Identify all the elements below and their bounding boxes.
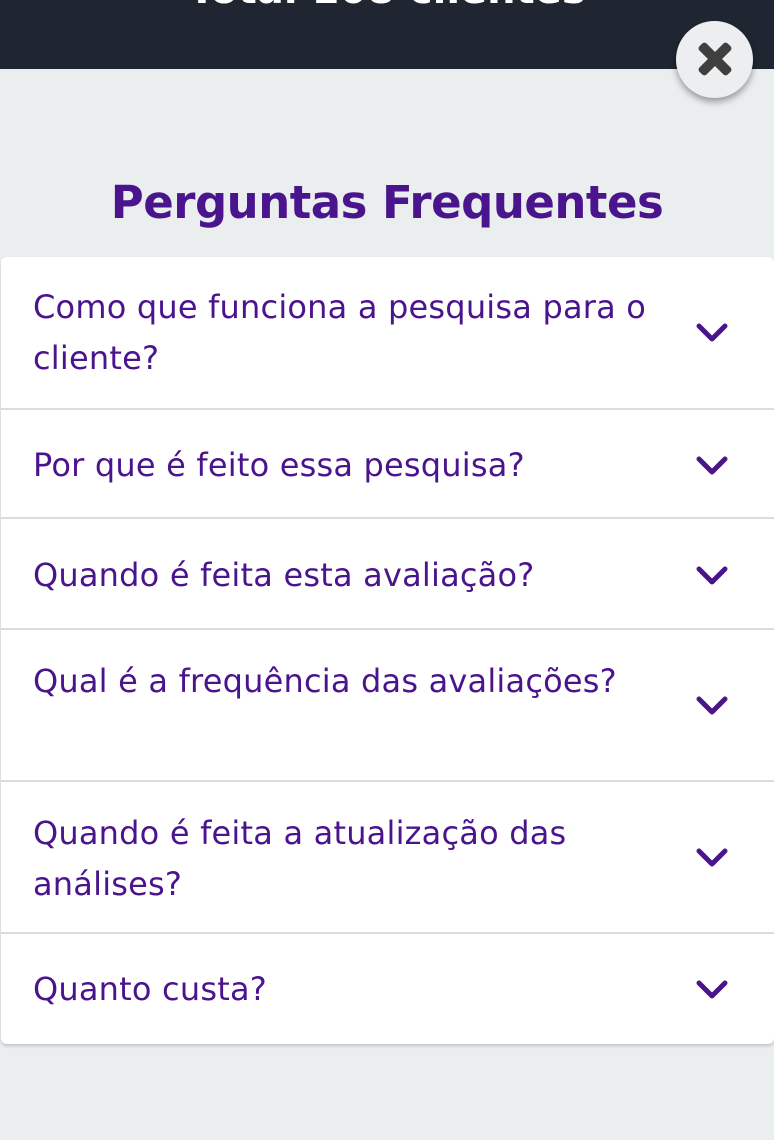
faq-item-por-que[interactable]: Por que é feito essa pesquisa? [1,410,774,519]
chevron-down-icon [696,980,728,999]
faq-item-quanto-custa[interactable]: Quanto custa? [1,934,774,1044]
faq-question: Qual é a frequência das avaliações? [33,662,617,700]
banner-text: Total 108 clientes [0,0,774,10]
faq-question: Como que funciona a pesquisa para o clie… [33,288,647,377]
faq-question: Por que é feito essa pesquisa? [33,446,525,484]
faq-question: Quando é feita a atualização das análise… [33,814,567,903]
faq-item-quando-avaliacao[interactable]: Quando é feita esta avaliação? [1,519,774,630]
faq-item-frequencia[interactable]: Qual é a frequência das avaliações? [1,630,774,782]
top-banner: Total 108 clientes [0,0,774,69]
faq-question: Quando é feita esta avaliação? [33,556,535,594]
chevron-down-icon [696,566,728,585]
faq-item-atualizacao[interactable]: Quando é feita a atualização das análise… [1,782,774,934]
close-button[interactable] [676,21,753,98]
chevron-down-icon [696,323,728,342]
chevron-down-icon [696,456,728,475]
chevron-down-icon [696,696,728,715]
faq-accordion: Como que funciona a pesquisa para o clie… [1,257,774,1044]
faq-question: Quanto custa? [33,970,267,1008]
page-title: Perguntas Frequentes [110,176,664,229]
close-icon [698,42,732,76]
chevron-down-icon [696,848,728,867]
faq-item-como-funciona[interactable]: Como que funciona a pesquisa para o clie… [1,257,774,410]
